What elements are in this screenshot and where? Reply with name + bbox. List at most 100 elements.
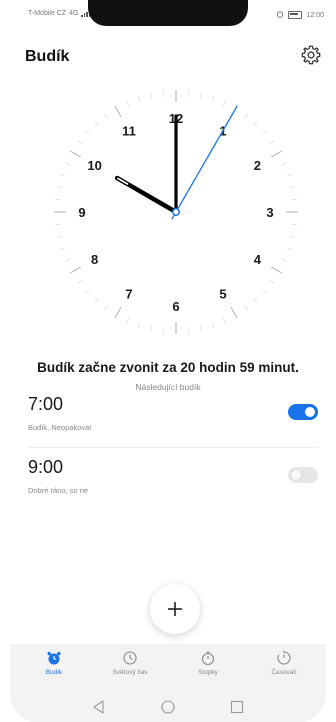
clock-tick-minor	[137, 95, 141, 102]
clock-tick-minor	[126, 317, 130, 324]
clock-tick-minor	[59, 247, 66, 251]
clock-numeral: 7	[125, 286, 132, 301]
clock-tick-minor	[199, 325, 202, 332]
clock-tick-minor	[291, 223, 298, 226]
clock-tick-minor	[54, 223, 61, 226]
clock-tick-minor	[199, 92, 202, 99]
alarm-time: 9:00	[28, 457, 64, 477]
world-clock-icon	[123, 651, 137, 665]
clock-numeral: 3	[266, 205, 273, 220]
toggle-knob	[291, 470, 301, 480]
clock-tick-minor	[187, 90, 190, 97]
tab-world-clock[interactable]: Světový čas	[100, 648, 160, 688]
recents-square-icon[interactable]	[228, 698, 246, 716]
clock-tick-minor	[281, 162, 288, 166]
clock-tick-minor	[150, 92, 153, 99]
clock-tick-minor	[253, 297, 258, 303]
clock-tick-minor	[56, 186, 63, 189]
clock-tick-minor	[94, 297, 99, 303]
clock-tick-minor	[77, 279, 83, 285]
clock-tick-minor	[286, 173, 293, 177]
alarm-time: 7:00	[28, 394, 64, 414]
clock-tick-major	[270, 266, 282, 274]
clock-tick-minor	[211, 95, 215, 102]
clock-tick-minor	[162, 90, 165, 97]
clock-tick-major	[70, 266, 82, 274]
page-title: Budík	[25, 48, 70, 65]
network-type: 4G	[69, 10, 79, 17]
alarm-toggle[interactable]	[288, 467, 318, 483]
clock-tick-minor	[85, 289, 91, 294]
back-triangle-icon[interactable]	[90, 698, 108, 716]
clock-tick-minor	[243, 113, 249, 119]
plus-icon	[168, 602, 182, 616]
clock-tick-minor	[253, 121, 258, 127]
tab-label: Budík	[45, 669, 63, 676]
clock-tick-minor	[103, 305, 109, 311]
divider	[28, 447, 318, 448]
clock-tick-minor	[56, 235, 63, 238]
analog-clock: 121234567891011	[54, 90, 298, 334]
tab-label: Světový čas	[112, 669, 148, 676]
stopwatch-icon	[201, 651, 215, 666]
status-left: T-Mobile CZ 4G	[28, 10, 91, 17]
clock-tick-minor	[64, 162, 71, 166]
clock-tick-minor	[211, 322, 215, 329]
clock-tick-minor	[187, 327, 190, 334]
clock-tick-minor	[137, 322, 141, 329]
status-time: 12:00	[306, 11, 324, 19]
bottom-tab-bar: Budík Světový čas Stopky Časovač	[10, 644, 326, 692]
clock-tick-minor	[222, 100, 226, 107]
clock-numeral: 8	[91, 252, 98, 267]
tab-stopwatch[interactable]: Stopky	[178, 648, 238, 688]
clock-numeral: 9	[78, 205, 85, 220]
clock-tick-minor	[162, 327, 165, 334]
status-right: 12:00	[276, 10, 324, 20]
clock-tick-minor	[103, 113, 109, 119]
tab-label: Stopky	[198, 669, 218, 676]
tab-alarm[interactable]: Budík	[24, 648, 84, 688]
battery-icon	[288, 11, 303, 19]
add-alarm-button[interactable]	[150, 584, 200, 634]
clock-tick-major	[114, 306, 122, 318]
clock-numeral: 4	[254, 252, 262, 267]
clock-tick-minor	[281, 258, 288, 262]
tab-timer[interactable]: Časovač	[254, 648, 314, 688]
alarm-subtitle: Dobré ráno, so ne	[28, 486, 89, 495]
clock-numeral: 5	[219, 286, 226, 301]
clock-tick-minor	[289, 235, 296, 238]
carrier-name: T-Mobile CZ	[28, 10, 67, 17]
clock-tick-minor	[54, 198, 61, 201]
clock-tick-minor	[222, 317, 226, 324]
gear-icon[interactable]	[300, 44, 322, 66]
clock-tick-minor	[269, 279, 275, 285]
clock-tick-minor	[64, 258, 71, 262]
tab-label: Časovač	[271, 669, 297, 676]
clock-tick-minor	[286, 247, 293, 251]
status-bar: T-Mobile CZ 4G 12:00	[0, 0, 336, 32]
phone-screen: T-Mobile CZ 4G 12:00 Budík 1212345678910…	[0, 0, 336, 722]
clock-tick-minor	[261, 130, 267, 135]
alarm-clock-icon	[47, 651, 61, 665]
system-nav-bar	[10, 692, 326, 722]
clock-numeral: 2	[254, 158, 261, 173]
clock-tick-minor	[59, 173, 66, 177]
clock-tick-minor	[289, 186, 296, 189]
toggle-knob	[305, 407, 315, 417]
clock-tick-major	[70, 150, 82, 158]
clock-tick-minor	[94, 121, 99, 127]
next-alarm-label: Následující budík	[135, 382, 201, 392]
clock-tick-major	[230, 306, 238, 318]
camera-notch	[88, 0, 248, 26]
clock-tick-major	[114, 106, 122, 118]
clock-tick-minor	[243, 305, 249, 311]
alarm-toggle[interactable]	[288, 404, 318, 420]
home-circle-icon[interactable]	[159, 698, 177, 716]
clock-numeral: 10	[87, 158, 101, 173]
clock-tick-minor	[269, 139, 275, 145]
alarm-item[interactable]: 7:00 Budík, Neopakovat	[28, 394, 318, 450]
alarm-subtitle: Budík, Neopakovat	[28, 423, 92, 432]
clock-tick-minor	[126, 100, 130, 107]
clock-tick-minor	[261, 289, 267, 294]
alarm-item[interactable]: 9:00 Dobré ráno, so ne	[28, 457, 318, 513]
